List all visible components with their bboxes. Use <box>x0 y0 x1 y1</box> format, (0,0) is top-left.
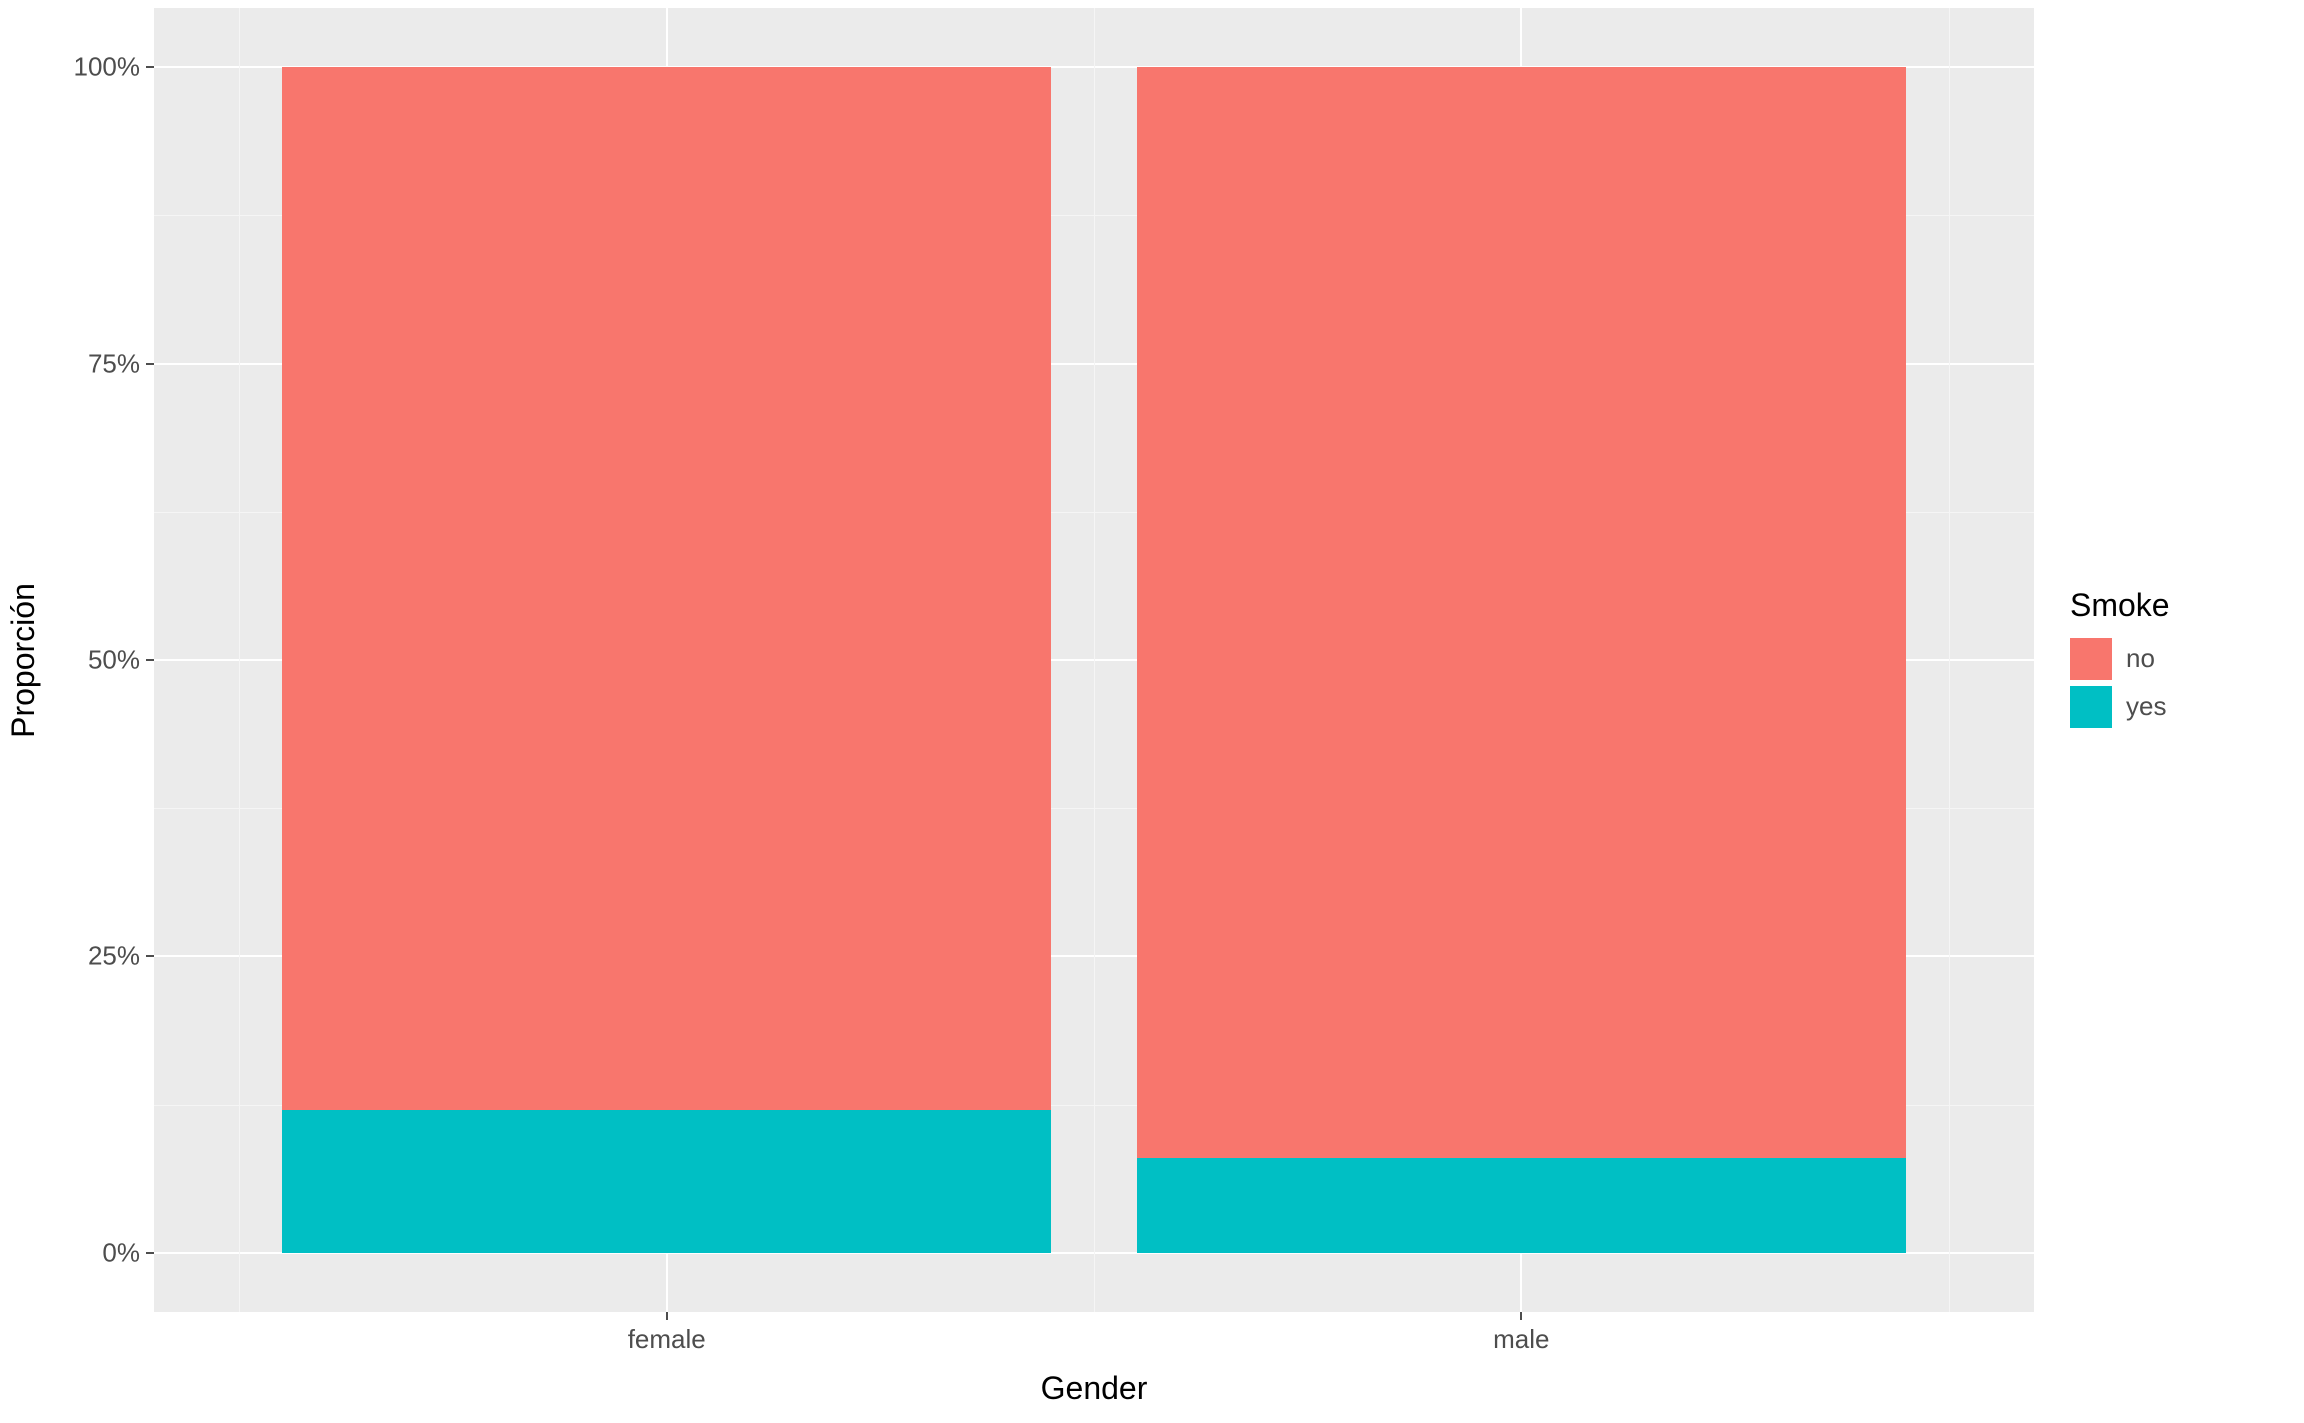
y-tick-mark <box>146 955 154 957</box>
vgrid-minor <box>239 8 240 1312</box>
y-tick-mark <box>146 659 154 661</box>
vgrid-minor <box>1094 8 1095 1312</box>
y-axis-title-text: Proporción <box>5 583 42 738</box>
plot-panel <box>154 8 2034 1312</box>
legend-label: yes <box>2126 691 2166 722</box>
y-axis-ticks: 0% 25% 50% 75% 100% <box>46 0 146 1320</box>
y-tick-mark <box>146 66 154 68</box>
y-tick-mark <box>146 363 154 365</box>
legend-swatch <box>2070 686 2112 728</box>
y-tick-label: 25% <box>88 941 140 972</box>
x-tick-label: female <box>628 1324 706 1355</box>
y-tick-label: 100% <box>74 52 141 83</box>
y-tick-mark <box>146 1252 154 1254</box>
x-axis-ticks: female male <box>154 1312 2034 1362</box>
y-tick-label: 50% <box>88 645 140 676</box>
x-tick-mark <box>666 1312 668 1320</box>
bar-segment-no <box>1137 67 1906 1158</box>
x-tick-mark <box>1520 1312 1522 1320</box>
legend-title: Smoke <box>2070 587 2304 624</box>
bar-segment-yes <box>1137 1158 1906 1253</box>
legend-swatch <box>2070 638 2112 680</box>
x-axis-title-text: Gender <box>1041 1370 1148 1406</box>
legend-label: no <box>2126 643 2155 674</box>
y-tick-label: 0% <box>102 1237 140 1268</box>
bar-segment-no <box>282 67 1051 1110</box>
y-axis-title: Proporción <box>0 0 46 1320</box>
legend-item: yes <box>2070 686 2304 728</box>
vgrid-minor <box>1949 8 1950 1312</box>
legend: Smoke no yes <box>2058 0 2304 1320</box>
y-tick-label: 75% <box>88 348 140 379</box>
x-axis-title: Gender <box>154 1370 2034 1407</box>
x-tick-label: male <box>1493 1324 1549 1355</box>
legend-item: no <box>2070 638 2304 680</box>
stacked-bar-chart: Proporción 0% 25% 50% 75% 100% female male Ge… <box>0 0 2304 1423</box>
bar-segment-yes <box>282 1110 1051 1252</box>
